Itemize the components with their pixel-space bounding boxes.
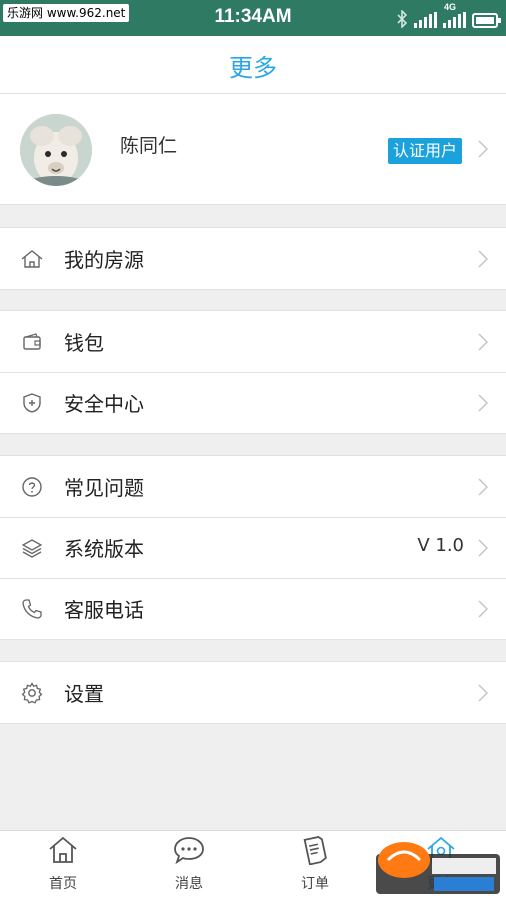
nav-bar: 更多: [0, 36, 506, 94]
shield-icon: [23, 393, 41, 413]
chevron-right-icon: [478, 250, 488, 268]
avatar[interactable]: [20, 114, 92, 186]
battery-icon: [472, 13, 501, 28]
menu-item-wallet[interactable]: 钱包: [0, 311, 506, 372]
section-listings: 我的房源: [0, 227, 506, 290]
chevron-right-icon: [478, 478, 488, 496]
signal-icon: [414, 12, 437, 28]
layers-icon: [21, 539, 43, 558]
status-icons: 4G: [396, 2, 501, 28]
profile-row[interactable]: 陈同仁 认证用户: [0, 94, 506, 205]
page-title: 更多: [229, 54, 277, 82]
chevron-right-icon: [478, 539, 488, 557]
menu-label: 安全中心: [64, 392, 144, 416]
section-settings: 设置: [0, 661, 506, 724]
tab-label: 消息: [175, 876, 203, 892]
menu-item-faq[interactable]: 常见问题: [0, 456, 506, 517]
bluetooth-icon: [397, 10, 408, 28]
home-icon: [49, 836, 77, 863]
watermark-logo: [376, 842, 500, 894]
wallet-icon: [23, 333, 41, 350]
gear-icon: [21, 682, 43, 704]
chevron-right-icon: [478, 140, 488, 158]
menu-label: 常见问题: [64, 476, 144, 500]
network-signal-icon: 4G: [443, 2, 466, 28]
menu-label: 系统版本: [64, 537, 144, 561]
menu-label: 客服电话: [64, 598, 144, 622]
chevron-right-icon: [478, 333, 488, 351]
alpaca-avatar-image: [20, 114, 92, 186]
chevron-right-icon: [478, 394, 488, 412]
menu-item-security[interactable]: 安全中心: [0, 372, 506, 433]
tab-orders[interactable]: 订单: [252, 831, 378, 900]
menu-item-my-listings[interactable]: 我的房源: [0, 228, 506, 289]
menu-item-version[interactable]: 系统版本 V 1.0: [0, 517, 506, 578]
tab-messages[interactable]: 消息: [126, 831, 252, 900]
status-bar: 乐游网 www.962.net 11:34AM 4G: [0, 0, 506, 36]
chat-bubble-icon: [174, 837, 204, 865]
menu-label: 钱包: [64, 331, 104, 355]
chevron-right-icon: [478, 684, 488, 702]
chevron-right-icon: [478, 600, 488, 618]
tab-label: 订单: [301, 876, 329, 892]
profile-name: 陈同仁: [120, 135, 178, 157]
document-icon: [303, 836, 327, 865]
menu-label: 设置: [64, 682, 104, 706]
phone-icon: [22, 599, 42, 619]
menu-item-settings[interactable]: 设置: [0, 662, 506, 723]
section-wallet-security: 钱包 安全中心: [0, 310, 506, 434]
tab-home[interactable]: 首页: [0, 831, 126, 900]
verified-badge: 认证用户: [388, 138, 463, 164]
version-value: V 1.0: [417, 535, 464, 556]
menu-label: 我的房源: [64, 248, 144, 272]
network-type: 4G: [444, 2, 457, 12]
section-help: 常见问题 系统版本 V 1.0 客服电话: [0, 455, 506, 640]
menu-item-customer-service[interactable]: 客服电话: [0, 578, 506, 639]
house-icon: [21, 250, 43, 268]
question-circle-icon: [22, 477, 42, 497]
tab-label: 首页: [49, 876, 77, 892]
